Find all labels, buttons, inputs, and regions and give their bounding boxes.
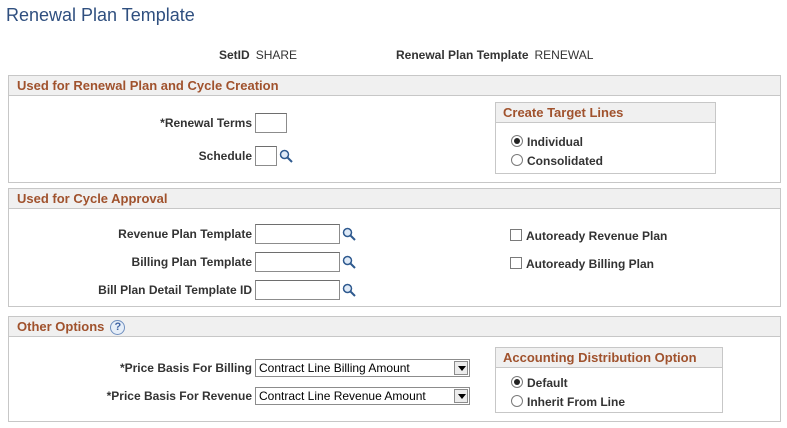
other-options-section: Other Options? *Price Basis For Billing … xyxy=(8,316,781,422)
billing-plan-template-label: Billing Plan Template xyxy=(131,255,252,269)
renewal-creation-section: Used for Renewal Plan and Cycle Creation… xyxy=(8,75,781,183)
revenue-plan-template-label: Revenue Plan Template xyxy=(118,227,252,241)
help-icon[interactable]: ? xyxy=(110,320,126,336)
setid-field: SetID SHARE xyxy=(219,48,297,62)
schedule-lookup-icon[interactable] xyxy=(279,149,293,163)
autoready-revenue-checkbox[interactable] xyxy=(510,229,522,241)
autoready-revenue-label: Autoready Revenue Plan xyxy=(526,229,668,243)
other-options-header: Other Options? xyxy=(9,317,780,337)
radio-default[interactable] xyxy=(511,376,523,388)
price-basis-revenue-select[interactable]: Contract Line Revenue Amount xyxy=(255,387,470,405)
schedule-label: Schedule xyxy=(198,149,252,163)
billing-plan-lookup-icon[interactable] xyxy=(342,255,356,269)
schedule-input[interactable] xyxy=(255,146,277,166)
radio-individual[interactable] xyxy=(511,135,523,147)
template-key-value: RENEWAL xyxy=(534,48,594,62)
autoready-billing-checkbox[interactable] xyxy=(510,257,522,269)
renewal-terms-input[interactable] xyxy=(255,113,287,133)
radio-consolidated[interactable] xyxy=(511,154,523,166)
price-basis-billing-label: *Price Basis For Billing xyxy=(119,361,252,375)
revenue-plan-template-input[interactable] xyxy=(255,224,340,244)
autoready-billing-label: Autoready Billing Plan xyxy=(526,257,655,271)
radio-inherit-from-line-label: Inherit From Line xyxy=(527,395,626,409)
radio-individual-label: Individual xyxy=(527,135,584,149)
renewal-creation-header: Used for Renewal Plan and Cycle Creation xyxy=(9,76,780,96)
radio-inherit-from-line[interactable] xyxy=(511,395,523,407)
cycle-approval-header: Used for Cycle Approval xyxy=(9,189,780,209)
chevron-down-icon[interactable] xyxy=(454,361,468,375)
template-key-label: Renewal Plan Template xyxy=(396,48,529,62)
bill-plan-detail-label: Bill Plan Detail Template ID xyxy=(98,283,252,297)
price-basis-revenue-label: *Price Basis For Revenue xyxy=(106,389,252,403)
accounting-distribution-header: Accounting Distribution Option xyxy=(496,348,722,368)
radio-default-label: Default xyxy=(527,376,568,390)
setid-label: SetID xyxy=(219,48,250,62)
cycle-approval-section: Used for Cycle Approval Revenue Plan Tem… xyxy=(8,188,781,307)
bill-plan-detail-input[interactable] xyxy=(255,280,340,300)
chevron-down-icon[interactable] xyxy=(454,389,468,403)
billing-plan-template-input[interactable] xyxy=(255,252,340,272)
price-basis-billing-select[interactable]: Contract Line Billing Amount xyxy=(255,359,470,377)
create-target-lines-header: Create Target Lines xyxy=(496,103,715,123)
accounting-distribution-box: Accounting Distribution Option Default I… xyxy=(495,347,723,413)
bill-plan-detail-lookup-icon[interactable] xyxy=(342,283,356,297)
other-options-title: Other Options xyxy=(17,319,105,334)
renewal-terms-label: *Renewal Terms xyxy=(160,116,252,130)
price-basis-billing-value: Contract Line Billing Amount xyxy=(259,361,410,375)
create-target-lines-box: Create Target Lines Individual Consolida… xyxy=(495,102,716,174)
price-basis-revenue-value: Contract Line Revenue Amount xyxy=(259,389,426,403)
radio-consolidated-label: Consolidated xyxy=(527,154,604,168)
revenue-plan-lookup-icon[interactable] xyxy=(342,227,356,241)
page-title: Renewal Plan Template xyxy=(6,5,195,25)
template-key-field: Renewal Plan Template RENEWAL xyxy=(396,48,593,62)
setid-value: SHARE xyxy=(255,48,298,62)
